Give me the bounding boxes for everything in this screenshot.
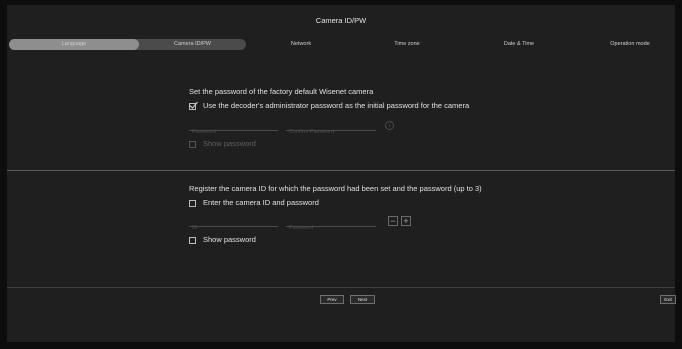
checkmark-icon [189, 101, 198, 109]
show-password-label-bottom: Show password [203, 235, 256, 244]
camera-id-input[interactable] [189, 223, 281, 233]
password-input[interactable] [189, 127, 281, 137]
confirm-password-input[interactable] [286, 127, 379, 137]
confirm-password-field[interactable] [286, 120, 379, 137]
prev-button[interactable]: Prev [320, 295, 344, 304]
wizard-step-bar: Language Camera ID/PW Network Time zone … [9, 39, 673, 50]
remove-row-button[interactable]: − [388, 216, 398, 226]
add-row-button[interactable]: + [401, 216, 411, 226]
show-password-checkbox-top[interactable] [189, 141, 196, 148]
setup-wizard-panel [7, 5, 675, 342]
step-operation-mode[interactable]: Operation mode [587, 39, 673, 50]
camera-password-field[interactable] [286, 216, 379, 233]
password-field[interactable] [189, 120, 281, 137]
enter-camera-id-checkbox[interactable] [189, 200, 196, 207]
info-icon[interactable]: i [385, 121, 394, 130]
footer-divider [7, 287, 675, 288]
password-section-heading: Set the password of the factory default … [189, 87, 374, 96]
show-password-checkbox-bottom[interactable] [189, 237, 196, 244]
show-password-label-top: Show password [203, 139, 256, 148]
step-time-zone[interactable]: Time zone [367, 39, 447, 50]
page-title: Camera ID/PW [315, 16, 367, 25]
next-button[interactable]: Next [350, 295, 375, 304]
camera-id-field[interactable] [189, 216, 281, 233]
step-language[interactable]: Language [9, 39, 139, 50]
enter-camera-id-label: Enter the camera ID and password [203, 198, 319, 207]
step-date-time[interactable]: Date & Time [479, 39, 559, 50]
register-section-heading: Register the camera ID for which the pas… [189, 184, 482, 193]
camera-password-input[interactable] [286, 223, 379, 233]
exit-button[interactable]: Exit [660, 295, 676, 304]
use-decoder-password-label: Use the decoder's administrator password… [203, 101, 470, 110]
use-decoder-password-checkbox[interactable] [189, 101, 198, 110]
section-divider [7, 170, 675, 171]
step-camera-idpw[interactable]: Camera ID/PW [139, 39, 246, 50]
step-network[interactable]: Network [261, 39, 341, 50]
